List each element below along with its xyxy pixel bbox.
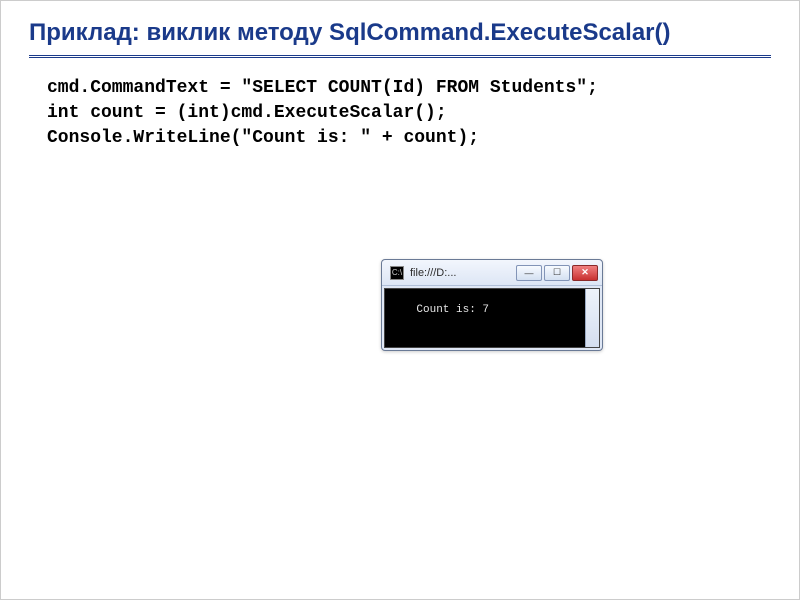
code-block: cmd.CommandText = "SELECT COUNT(Id) FROM… xyxy=(29,76,771,152)
maximize-button[interactable]: ☐ xyxy=(544,265,570,281)
slide-content: Приклад: виклик методу SqlCommand.Execut… xyxy=(1,1,799,170)
console-window: C:\ file:///D:... — ☐ ✕ Count is: 7 xyxy=(381,259,603,351)
console-output-area: Count is: 7 xyxy=(384,288,600,348)
window-title: file:///D:... xyxy=(410,267,516,279)
minimize-icon: — xyxy=(525,268,534,278)
app-icon: C:\ xyxy=(390,266,404,280)
console-output-text: Count is: 7 xyxy=(416,304,489,316)
close-button[interactable]: ✕ xyxy=(572,265,598,281)
window-titlebar: C:\ file:///D:... — ☐ ✕ xyxy=(382,260,602,286)
scrollbar[interactable] xyxy=(585,289,599,347)
close-icon: ✕ xyxy=(581,267,589,278)
minimize-button[interactable]: — xyxy=(516,265,542,281)
slide-title: Приклад: виклик методу SqlCommand.Execut… xyxy=(29,19,771,47)
code-line-2: int count = (int)cmd.ExecuteScalar(); xyxy=(47,103,447,123)
code-line-1: cmd.CommandText = "SELECT COUNT(Id) FROM… xyxy=(47,78,598,98)
title-divider xyxy=(29,55,771,58)
window-buttons: — ☐ ✕ xyxy=(516,265,598,281)
code-line-3: Console.WriteLine("Count is: " + count); xyxy=(47,128,479,148)
maximize-icon: ☐ xyxy=(553,267,561,278)
